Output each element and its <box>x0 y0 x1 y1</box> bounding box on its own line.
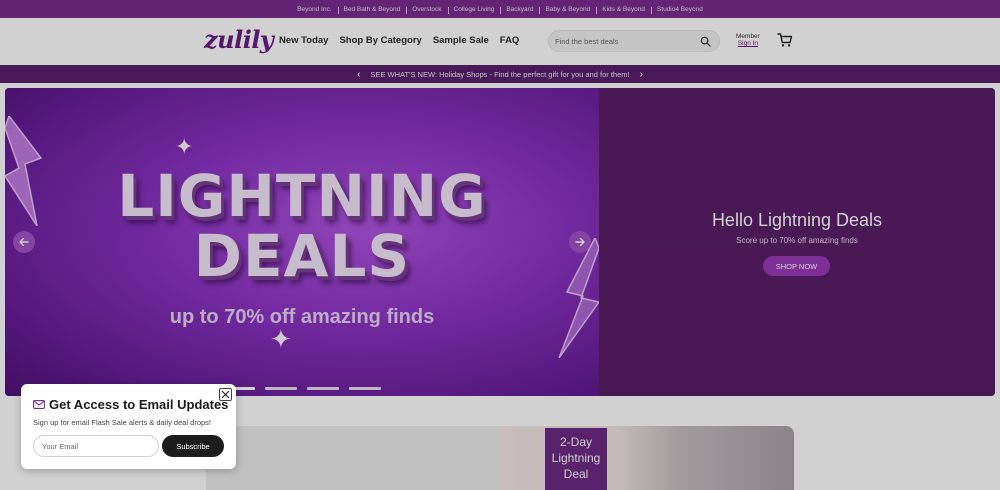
headline-line-1: LIGHTNING <box>117 162 487 230</box>
badge-line-1: 2-Day <box>559 435 592 449</box>
popup-description: Sign up for email Flash Sale alerts & da… <box>33 418 212 427</box>
search-input[interactable] <box>555 34 695 48</box>
email-field[interactable] <box>33 435 159 457</box>
headline-line-2: DEALS <box>193 222 411 290</box>
carousel-dot[interactable] <box>349 387 381 390</box>
carousel-next-button[interactable] <box>569 231 591 253</box>
shop-now-button[interactable]: SHOP NOW <box>763 256 830 276</box>
mail-icon <box>33 400 45 409</box>
announcement-bar: ‹ SEE WHAT'S NEW: Holiday Shops - Find t… <box>0 65 1000 83</box>
nav-new-today[interactable]: New Today <box>279 35 328 46</box>
brand-link-college-living[interactable]: College Living <box>447 6 501 14</box>
search-icon[interactable] <box>700 36 711 47</box>
nav-faq[interactable]: FAQ <box>500 35 520 46</box>
badge-line-2: Lightning <box>551 451 601 465</box>
carousel-prev-button[interactable] <box>13 231 35 253</box>
badge-line-3: Deal <box>563 467 589 481</box>
brand-link-studio4[interactable]: Studio4 Beyond <box>650 6 709 14</box>
hero-subheadline: up to 70% off amazing finds <box>169 306 435 328</box>
brand-link-baby[interactable]: Baby & Beyond <box>539 6 596 14</box>
hero-carousel: ✦ ✦ LIGHTNING DEALS up to 70% off amazin… <box>5 88 995 396</box>
arrow-right-icon <box>575 237 585 247</box>
two-day-deal-badge: 2-Day Lightning Deal <box>545 428 607 490</box>
chevron-right-icon[interactable]: › <box>640 69 643 80</box>
hero-description: Score up to 70% off amazing finds <box>736 236 858 245</box>
sign-in-link[interactable]: Sign In <box>736 40 760 47</box>
nav-shop-by-category[interactable]: Shop By Category <box>339 35 421 46</box>
search-bar <box>548 30 720 52</box>
popup-title: Get Access to Email Updates <box>49 397 229 412</box>
hero-title: Hello Lightning Deals <box>711 210 883 230</box>
sparkle-icon: ✦ <box>175 134 194 159</box>
brand-strip: Beyond Inc. Bed Bath & Beyond Overstock … <box>0 0 1000 18</box>
brand-link-bed-bath[interactable]: Bed Bath & Beyond <box>337 6 407 14</box>
brand-link-overstock[interactable]: Overstock <box>406 6 447 14</box>
nav-sample-sale[interactable]: Sample Sale <box>433 35 489 46</box>
subscribe-button[interactable]: Subscribe <box>162 435 224 457</box>
brand-link-kids[interactable]: Kids & Beyond <box>596 6 651 14</box>
hero-banner-image[interactable]: ✦ ✦ LIGHTNING DEALS up to 70% off amazin… <box>5 88 599 396</box>
arrow-left-icon <box>19 237 29 247</box>
zulily-logo[interactable]: zulily <box>204 25 274 54</box>
chevron-left-icon[interactable]: ‹ <box>357 69 360 80</box>
carousel-dot[interactable] <box>307 387 339 390</box>
main-nav: New Today Shop By Category Sample Sale F… <box>279 35 519 46</box>
member-label: Member <box>736 33 760 40</box>
announcement-text[interactable]: SEE WHAT'S NEW: Holiday Shops - Find the… <box>370 70 629 79</box>
brand-link-beyond[interactable]: Beyond Inc. <box>291 6 337 13</box>
member-account[interactable]: Member Sign In <box>736 33 760 47</box>
cart-icon[interactable] <box>777 32 793 48</box>
brand-link-backyard[interactable]: Backyard <box>500 6 539 14</box>
email-signup-popup: Get Access to Email Updates Sign up for … <box>21 384 236 469</box>
site-header: zulily New Today Shop By Category Sample… <box>0 18 1000 65</box>
carousel-dot[interactable] <box>265 387 297 390</box>
carousel-indicators <box>231 387 381 390</box>
hero-headline: LIGHTNING DEALS <box>5 166 599 286</box>
